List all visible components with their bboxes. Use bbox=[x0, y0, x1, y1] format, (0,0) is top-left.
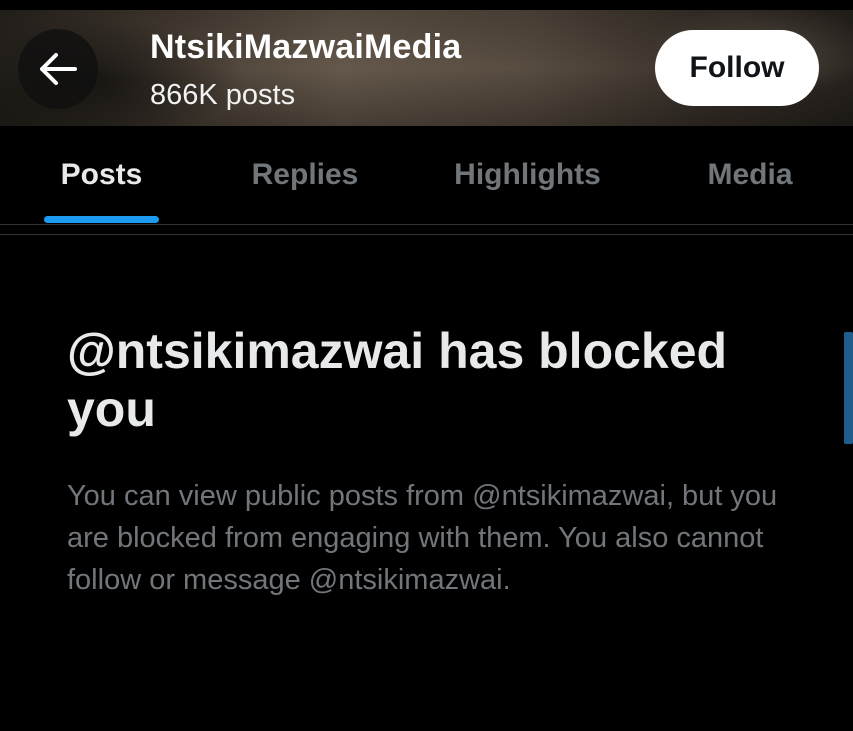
active-tab-indicator bbox=[44, 216, 159, 223]
profile-tabs: Posts Replies Highlights Media bbox=[0, 126, 853, 224]
profile-name: NtsikiMazwaiMedia bbox=[150, 28, 462, 66]
content-divider bbox=[0, 234, 853, 235]
scrollbar[interactable] bbox=[844, 332, 853, 444]
follow-button[interactable]: Follow bbox=[655, 30, 819, 106]
profile-header: NtsikiMazwaiMedia 866K posts Follow bbox=[0, 10, 853, 126]
post-count: 866K posts bbox=[150, 79, 296, 111]
tab-posts[interactable]: Posts bbox=[44, 126, 159, 224]
tab-highlights[interactable]: Highlights bbox=[440, 126, 615, 224]
arrow-left-icon bbox=[38, 52, 78, 86]
back-button[interactable] bbox=[18, 29, 98, 109]
tab-media[interactable]: Media bbox=[690, 126, 810, 224]
tabs-divider bbox=[0, 224, 853, 225]
blocked-title: @ntsikimazwai has blocked you bbox=[67, 323, 728, 437]
status-bar-strip bbox=[0, 0, 853, 10]
blocked-description: You can view public posts from @ntsikima… bbox=[67, 480, 778, 596]
tab-replies[interactable]: Replies bbox=[230, 126, 380, 224]
